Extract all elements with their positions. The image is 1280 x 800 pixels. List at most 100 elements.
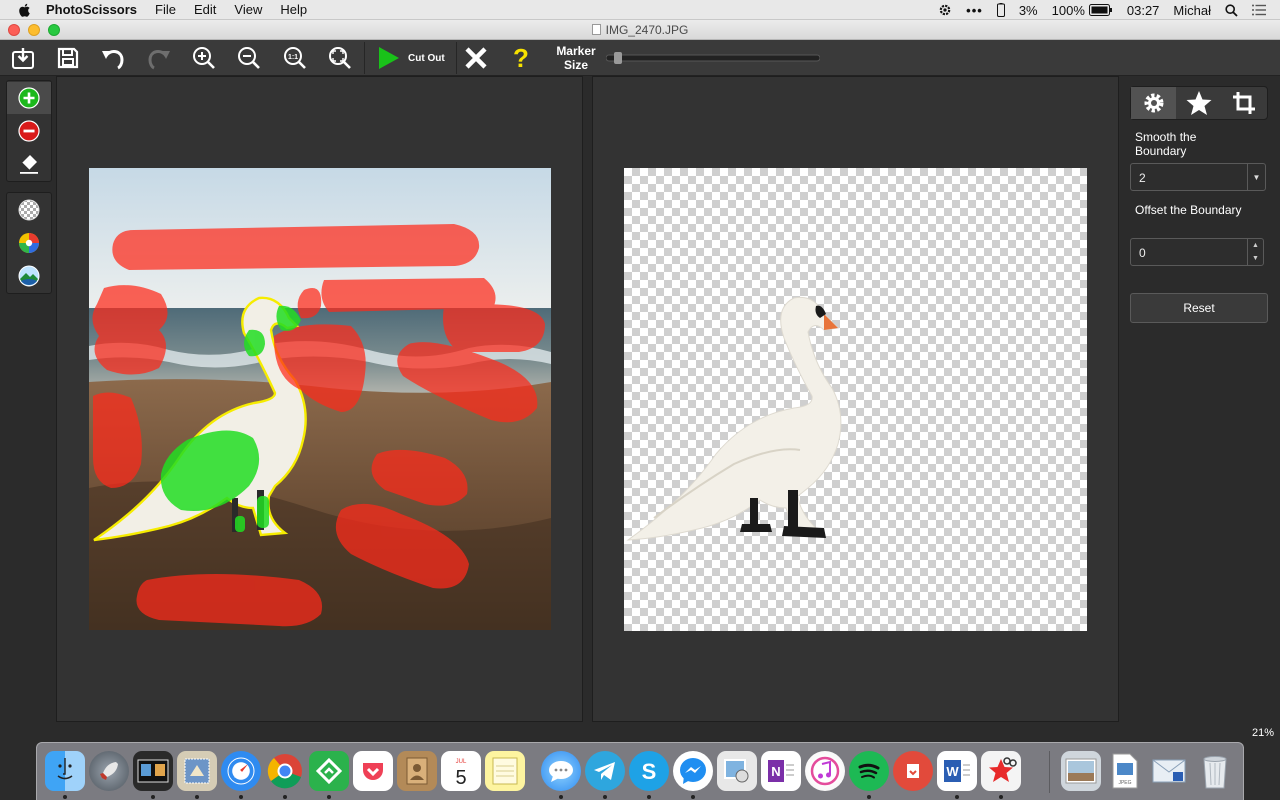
swan-cutout [626, 296, 842, 541]
slider-handle[interactable] [614, 52, 622, 64]
more-icon[interactable]: ••• [966, 3, 983, 18]
skype-icon[interactable]: S [629, 751, 669, 791]
reset-button[interactable]: Reset [1130, 293, 1268, 323]
notes-icon[interactable] [485, 751, 525, 791]
help-button[interactable]: ? [506, 44, 536, 72]
undo-button[interactable] [98, 44, 128, 72]
save-button[interactable] [53, 44, 83, 72]
spotify-icon[interactable] [849, 751, 889, 791]
tab-settings[interactable] [1131, 87, 1177, 119]
actual-size-button[interactable]: 1:1 [280, 44, 310, 72]
running-indicator [647, 795, 651, 799]
transparent-background-tool[interactable] [7, 194, 51, 226]
user-menu[interactable]: Michał [1173, 3, 1211, 18]
pocket-logo-icon [363, 763, 383, 780]
redo-button[interactable] [144, 44, 174, 72]
offset-boundary-label: Offset the Boundary [1135, 203, 1242, 217]
crop-icon [1233, 92, 1256, 114]
launchpad-icon[interactable] [89, 751, 129, 791]
pocket-icon[interactable] [353, 751, 393, 791]
chrome-icon[interactable] [265, 751, 305, 791]
marker-size-slider[interactable] [606, 52, 820, 64]
foreground-marker-tool[interactable] [7, 82, 51, 114]
zoom-in-button[interactable] [189, 44, 219, 72]
smooth-boundary-select[interactable]: 2 ▼ [1130, 163, 1266, 191]
running-indicator [283, 795, 287, 799]
app-menu[interactable]: PhotoScissors [46, 2, 137, 17]
onenote-logo-icon: N [768, 760, 794, 782]
stepper-up-icon[interactable]: ▲ [1248, 239, 1263, 252]
color-background-tool[interactable] [7, 227, 51, 259]
offset-boundary-value[interactable]: 0 [1139, 246, 1146, 260]
image-background-tool[interactable] [7, 260, 51, 292]
dock: JUL 5 S N W JPEG [36, 742, 1244, 800]
gear-status-icon[interactable] [938, 3, 952, 17]
chrome-logo-icon [267, 754, 302, 789]
menu-edit[interactable]: Edit [194, 2, 216, 17]
cutout-result-canvas[interactable] [624, 168, 1087, 631]
feedly-icon[interactable] [309, 751, 349, 791]
word-icon[interactable]: W [937, 751, 977, 791]
photo-folder-icon[interactable] [1061, 751, 1101, 791]
clock[interactable]: 03:27 [1127, 3, 1160, 18]
battery-status[interactable]: 100% [1052, 3, 1113, 18]
eraser-tool[interactable] [7, 148, 51, 180]
clear-button[interactable] [461, 44, 491, 72]
background-marker-tool[interactable] [7, 115, 51, 147]
tab-crop[interactable] [1222, 87, 1267, 119]
running-indicator [239, 795, 243, 799]
zoom-actual-size-icon: 1:1 [284, 47, 306, 69]
window-titlebar: IMG_2470.JPG [0, 20, 1280, 40]
onenote-icon[interactable]: N [761, 751, 801, 791]
svg-text:S: S [642, 759, 657, 784]
calendar-icon[interactable]: JUL 5 [441, 751, 481, 791]
source-photo-canvas[interactable] [89, 168, 551, 630]
menu-help[interactable]: Help [280, 2, 307, 17]
itunes-icon[interactable] [805, 751, 845, 791]
dock-separator [1049, 751, 1050, 793]
menu-file[interactable]: File [155, 2, 176, 17]
chevron-down-icon[interactable]: ▼ [1247, 164, 1265, 190]
running-indicator [867, 795, 871, 799]
svg-text:1:1: 1:1 [288, 54, 298, 61]
question-mark-icon: ? [513, 45, 529, 71]
offset-boundary-stepper[interactable]: 0 ▲ ▼ [1130, 238, 1264, 266]
document-icon [591, 24, 601, 35]
toolbar-separator [456, 42, 457, 74]
cut-out-button[interactable]: Cut Out [368, 42, 454, 74]
messenger-icon[interactable] [673, 751, 713, 791]
trash-icon[interactable] [1195, 751, 1235, 791]
zoom-out-button[interactable] [234, 44, 264, 72]
spotlight-search-icon[interactable] [1225, 3, 1238, 17]
safari-icon[interactable] [221, 751, 261, 791]
fit-to-window-button[interactable] [325, 44, 355, 72]
finder-icon[interactable] [45, 751, 85, 791]
tab-effects[interactable] [1176, 87, 1221, 119]
messages-icon[interactable] [541, 751, 581, 791]
photoscissors-icon[interactable] [981, 751, 1021, 791]
paper-plane-icon [594, 762, 615, 780]
mail-icon[interactable] [177, 751, 217, 791]
toolbar-separator [364, 42, 365, 74]
preview-icon[interactable] [717, 751, 757, 791]
pdf-expert-icon[interactable] [893, 751, 933, 791]
eraser-icon [20, 155, 38, 174]
contacts-icon[interactable] [397, 751, 437, 791]
open-button[interactable] [8, 44, 38, 72]
apple-menu-icon[interactable] [16, 2, 34, 18]
calendar-day: 5 [455, 767, 466, 788]
notification-center-icon[interactable] [1252, 4, 1266, 16]
messenger-logo-icon [680, 758, 706, 784]
settings-tabs [1130, 86, 1268, 120]
telegram-icon[interactable] [585, 751, 625, 791]
cut-out-label: Cut Out [408, 52, 445, 64]
stepper-down-icon[interactable]: ▼ [1248, 252, 1263, 265]
close-x-icon [465, 47, 487, 69]
phone-battery-icon [996, 3, 1005, 17]
menu-view[interactable]: View [234, 2, 262, 17]
running-indicator [559, 795, 563, 799]
photos-viewer-icon[interactable] [133, 751, 173, 791]
undo-icon [102, 50, 124, 70]
jpeg-file-icon[interactable]: JPEG [1105, 751, 1145, 791]
mail-doc-icon[interactable] [1149, 751, 1189, 791]
